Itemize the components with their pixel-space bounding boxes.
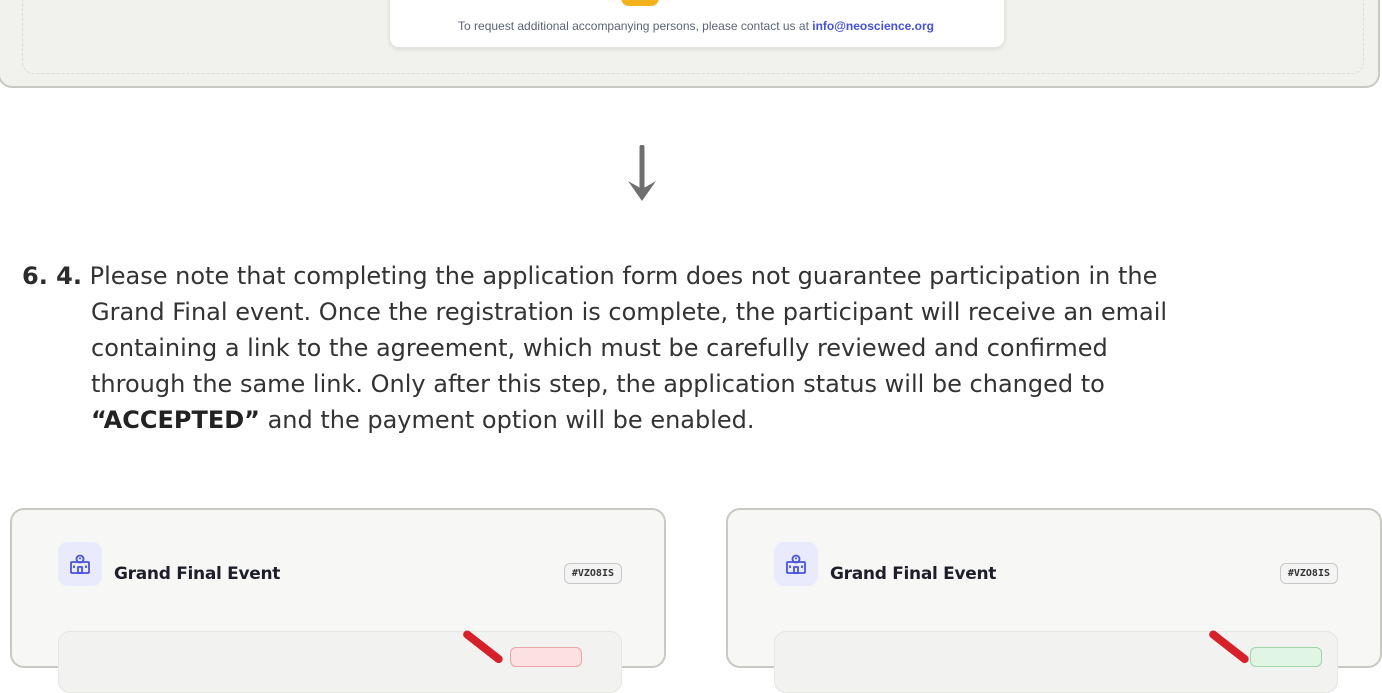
event-card-pending: Grand Final Event #VZO8IS <box>10 508 666 693</box>
school-building-icon <box>774 542 818 586</box>
add-person-button-edge[interactable] <box>621 0 659 6</box>
contact-notice: To request additional accompanying perso… <box>389 19 1003 33</box>
paragraph-line-5: and the payment option will be enabled. <box>259 406 755 434</box>
section-number: 6. 4. <box>22 262 82 290</box>
registration-code-badge: #VZO8IS <box>1279 563 1338 584</box>
paragraph-line-1: Please note that completing the applicat… <box>89 262 1158 290</box>
paragraph-line-4: through the same link. Only after this s… <box>91 370 1105 398</box>
contact-email-link[interactable]: info@neoscience.org <box>812 19 934 33</box>
accepted-status-text: “ACCEPTED” <box>91 406 260 434</box>
section-6-4-paragraph: 6. 4. Please note that completing the ap… <box>22 258 1362 438</box>
status-badge-pending <box>510 647 582 667</box>
arrow-down-icon <box>628 145 656 201</box>
contact-notice-text: To request additional accompanying perso… <box>458 19 813 33</box>
event-title: Grand Final Event <box>830 564 997 584</box>
school-building-icon <box>58 542 102 586</box>
event-card-accepted: Grand Final Event #VZO8IS <box>726 508 1382 693</box>
event-title: Grand Final Event <box>114 564 281 584</box>
registration-code-badge: #VZO8IS <box>563 563 622 584</box>
paragraph-line-3: containing a link to the agreement, whic… <box>91 334 1108 362</box>
status-badge-accepted <box>1250 647 1322 667</box>
paragraph-line-2: Grand Final event. Once the registration… <box>91 298 1168 326</box>
